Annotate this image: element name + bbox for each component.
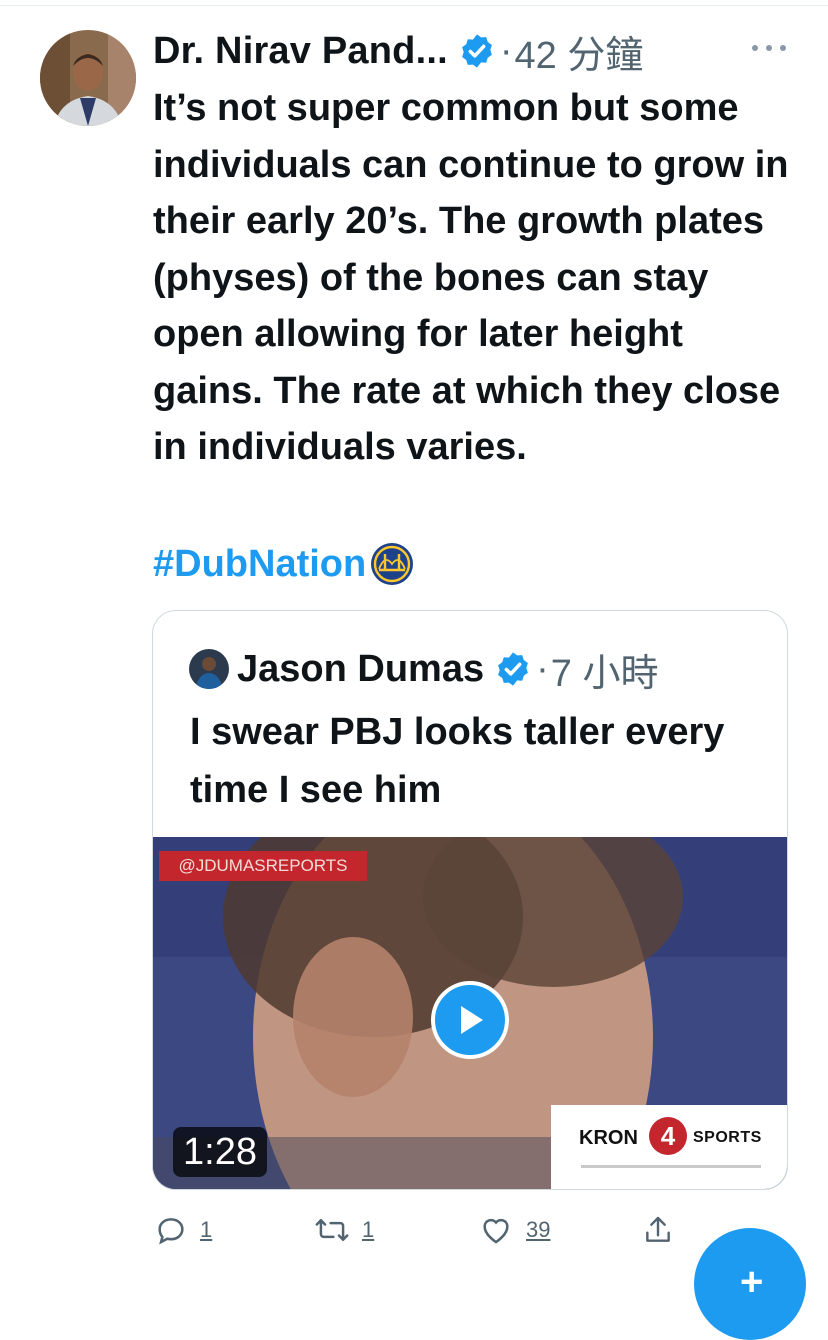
- retweet-icon: [315, 1219, 349, 1241]
- header-separator: ·: [499, 29, 513, 72]
- verified-badge-icon: [461, 34, 492, 68]
- tweet-header: Dr. Nirav Pand... · 42 分鐘: [153, 24, 644, 79]
- quoted-author-avatar: [189, 649, 229, 689]
- reply-icon: [158, 1218, 184, 1245]
- author-avatar[interactable]: [40, 30, 136, 126]
- share-icon: [646, 1216, 670, 1242]
- author-name[interactable]: Dr. Nirav Pand...: [153, 30, 448, 73]
- quoted-tweet-header: Jason Dumas · 7 小時: [189, 647, 658, 695]
- video-duration: 1:28: [173, 1127, 267, 1177]
- like-icon: [483, 1218, 509, 1244]
- retweet-count: 1: [362, 1217, 375, 1242]
- video-credit-label: @JDUMASREPORTS: [159, 851, 367, 881]
- like-count: 39: [526, 1217, 551, 1242]
- hashtag-row: #DubNation: [153, 536, 414, 592]
- hashtag-link[interactable]: #DubNation: [153, 543, 366, 586]
- reply-button[interactable]: 1: [154, 1200, 212, 1260]
- verified-badge-icon: [498, 652, 528, 686]
- like-button[interactable]: 39: [478, 1200, 550, 1260]
- play-icon[interactable]: [431, 981, 509, 1059]
- warriors-logo-icon: [371, 543, 414, 585]
- kron4-sports-logo: KRON 4 SPORTS: [551, 1105, 787, 1189]
- quoted-timestamp: 7 小時: [550, 652, 659, 695]
- share-button[interactable]: [642, 1200, 674, 1260]
- tweet-text: It’s not super common but some individua…: [153, 87, 789, 468]
- quoted-header-separator: ·: [536, 647, 549, 690]
- quoted-tweet-text: I swear PBJ looks taller every time I se…: [190, 711, 725, 811]
- top-divider: [0, 0, 828, 6]
- more-icon[interactable]: [752, 38, 786, 58]
- quoted-tweet[interactable]: Jason Dumas · 7 小時 I swear PBJ looks tal…: [152, 610, 788, 1190]
- retweet-button[interactable]: 1: [314, 1200, 374, 1260]
- compose-icon: +: [740, 1260, 764, 1304]
- compose-button[interactable]: +: [694, 1228, 806, 1340]
- quoted-author-name: Jason Dumas: [237, 647, 485, 690]
- reply-count: 1: [200, 1217, 213, 1242]
- tweet-timestamp[interactable]: 42 分鐘: [515, 24, 644, 79]
- video-thumbnail[interactable]: @JDUMASREPORTS 1:28 KRON 4 SPORTS: [153, 837, 787, 1189]
